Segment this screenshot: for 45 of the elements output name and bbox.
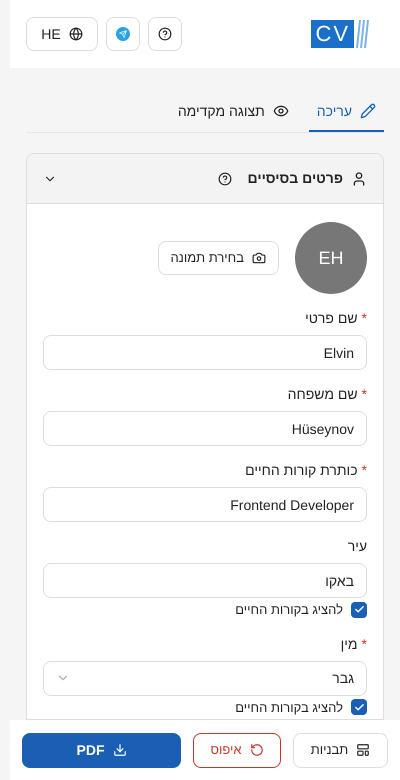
field-label: עיר xyxy=(348,537,367,556)
check-icon xyxy=(354,702,364,713)
checkbox[interactable] xyxy=(351,602,367,618)
checkbox-label: להציג בקורות החיים xyxy=(235,601,343,619)
help-icon xyxy=(218,172,232,186)
field-label: מין xyxy=(340,634,358,654)
templates-button[interactable]: תבניות xyxy=(293,732,388,768)
camera-icon xyxy=(252,251,266,265)
required-mark: * xyxy=(362,385,367,404)
tab[interactable]: עריכה xyxy=(308,92,384,132)
telegram-button[interactable] xyxy=(106,17,140,51)
required-mark: * xyxy=(362,309,367,328)
reset-icon xyxy=(250,743,264,757)
help-icon xyxy=(158,27,172,41)
eye-icon xyxy=(272,103,289,119)
checkbox[interactable] xyxy=(351,699,367,716)
stripes-icon xyxy=(356,20,370,48)
required-mark: * xyxy=(362,461,367,480)
checkbox-label: להציג בקורות החיים xyxy=(235,698,343,716)
globe-icon xyxy=(68,27,83,41)
input-field[interactable]: Elvin xyxy=(43,335,367,370)
select-field[interactable]: גבר xyxy=(43,660,367,696)
input-field[interactable]: Hüseynov xyxy=(43,411,367,446)
input-field[interactable]: Frontend Developer xyxy=(43,487,367,522)
check-icon xyxy=(354,604,364,616)
input-field[interactable]: באקו xyxy=(43,563,367,598)
tab[interactable]: תצוגה מקדימה xyxy=(170,92,297,132)
language-button[interactable]: HE xyxy=(26,17,98,51)
help-button[interactable] xyxy=(148,17,182,51)
choose-photo-button[interactable]: בחירת תמונה xyxy=(158,241,279,275)
field-label: שם פרטי xyxy=(305,309,358,328)
field-label: שם משפחה xyxy=(288,385,358,404)
pdf-button[interactable]: PDF xyxy=(22,732,181,768)
user-icon xyxy=(351,170,367,186)
required-mark: * xyxy=(362,634,367,654)
download-icon xyxy=(112,743,126,757)
pencil-icon xyxy=(360,103,376,119)
reset-button[interactable]: איפוס xyxy=(193,732,281,768)
section-title: פרטים בסיסיים xyxy=(248,169,343,188)
avatar: EH xyxy=(295,222,367,294)
section-header[interactable]: פרטים בסיסיים xyxy=(27,154,383,204)
layout-icon xyxy=(356,743,370,757)
field-label: כותרת קורות החיים xyxy=(245,461,358,480)
telegram-icon xyxy=(116,27,130,41)
logo-text: CV xyxy=(311,20,354,48)
